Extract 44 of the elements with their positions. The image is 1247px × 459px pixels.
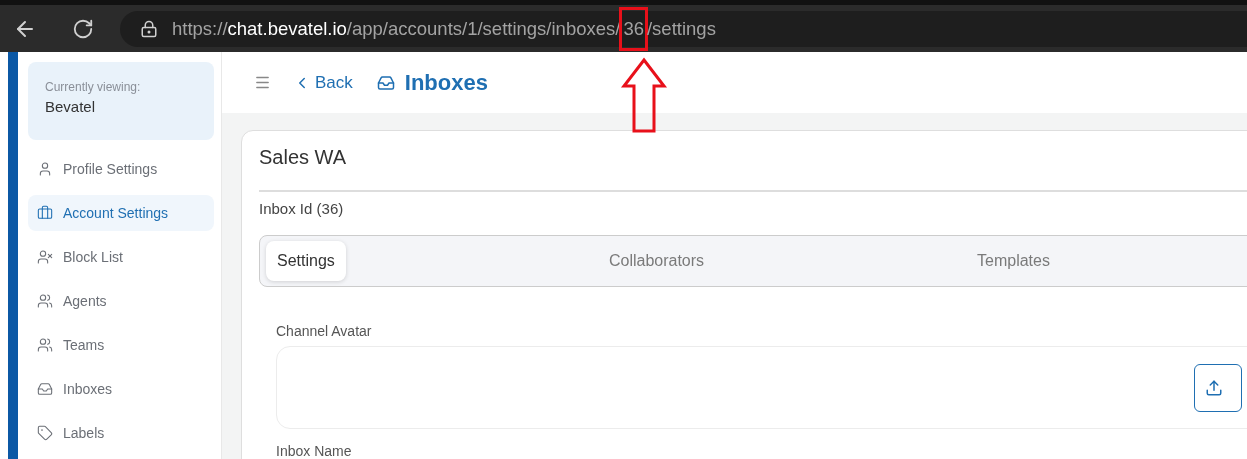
field-label: Channel Avatar bbox=[276, 323, 373, 339]
group-icon bbox=[37, 336, 53, 353]
sidebar-item[interactable]: Inboxes bbox=[28, 370, 214, 407]
sidebar-item[interactable]: Labels bbox=[28, 414, 214, 451]
tag-icon bbox=[37, 424, 53, 441]
tab[interactable]: Settings bbox=[266, 241, 346, 281]
inbox-icon bbox=[37, 380, 53, 397]
back-label: Back bbox=[315, 72, 353, 93]
sidebar-label: Inboxes bbox=[63, 380, 113, 397]
card-title: Sales WA bbox=[259, 146, 1247, 192]
sidebar-label: Labels bbox=[63, 424, 105, 441]
field-label: Inbox Name bbox=[276, 443, 353, 459]
sidebar-label: Account Settings bbox=[63, 204, 169, 221]
page-title: Inboxes bbox=[404, 69, 488, 96]
menu-icon[interactable] bbox=[254, 74, 271, 91]
upload-icon bbox=[1205, 378, 1223, 397]
sidebar-label: Agents bbox=[63, 292, 107, 309]
people-icon bbox=[37, 292, 53, 309]
inbox-icon bbox=[376, 73, 395, 92]
tab[interactable]: Templates bbox=[971, 241, 1056, 281]
tab[interactable]: Collaborators bbox=[602, 241, 711, 281]
sidebar-label: Block List bbox=[63, 248, 123, 265]
url-text: https:// bbox=[172, 17, 228, 40]
avatar-field[interactable] bbox=[276, 346, 1247, 429]
account-name: Bevatel bbox=[45, 98, 97, 115]
upload-button[interactable] bbox=[1194, 363, 1242, 412]
inbox-id: Inbox Id (36) bbox=[259, 200, 345, 217]
sidebar-item[interactable]: Block List bbox=[28, 238, 214, 275]
sidebar-label: Teams bbox=[63, 336, 105, 353]
person-icon bbox=[37, 160, 53, 177]
briefcase-icon bbox=[37, 204, 53, 221]
url-text: chat.bevatel.io bbox=[227, 17, 347, 40]
highlighted-url-text: 36 bbox=[622, 9, 645, 48]
sidebar-label: Profile Settings bbox=[63, 160, 158, 177]
sidebar-item[interactable]: Teams bbox=[28, 326, 214, 363]
back-link[interactable]: Back bbox=[293, 72, 353, 93]
sidebar-item[interactable]: Agents bbox=[28, 282, 214, 319]
lock-icon bbox=[140, 19, 158, 38]
sidebar-item[interactable]: Account Settings bbox=[28, 194, 214, 231]
account-card[interactable]: Currently viewing: Bevatel bbox=[28, 62, 214, 140]
person-x-icon bbox=[37, 248, 53, 265]
url-text: /app/accounts/1/settings/inboxes/ bbox=[346, 17, 621, 40]
caption: Currently viewing: bbox=[45, 80, 142, 94]
sidebar-item[interactable]: Profile Settings bbox=[28, 150, 214, 187]
